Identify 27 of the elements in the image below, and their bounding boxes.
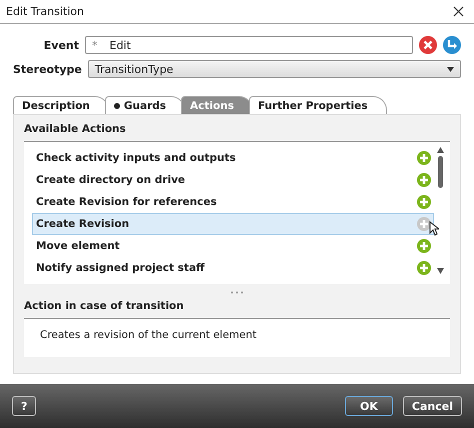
scroll-up-icon[interactable] <box>436 147 444 153</box>
splitter-handle-icon[interactable] <box>230 290 244 294</box>
event-label: Event <box>42 38 79 52</box>
action-item[interactable]: Check activity inputs and outputs <box>32 147 434 169</box>
jump-icon[interactable] <box>443 36 461 54</box>
cancel-button[interactable]: Cancel <box>402 396 462 416</box>
ok-button[interactable]: OK <box>344 396 393 416</box>
close-icon[interactable] <box>453 6 464 17</box>
tab[interactable]: Further Properties <box>248 96 387 114</box>
add-icon[interactable] <box>417 217 431 231</box>
description-text: Creates a revision of the current element <box>40 329 256 341</box>
required-marker: * <box>92 38 98 52</box>
action-item[interactable]: Move element <box>32 235 434 257</box>
scrollbar-thumb[interactable] <box>438 156 442 188</box>
window-title: Edit Transition <box>6 5 84 18</box>
dropdown-arrow-icon <box>447 66 454 72</box>
help-button[interactable]: ? <box>12 396 36 416</box>
delete-icon[interactable] <box>419 36 437 54</box>
mouse-pointer-icon <box>429 221 439 236</box>
scroll-down-icon[interactable] <box>436 268 444 274</box>
stereotype-label: Stereotype <box>13 62 82 76</box>
action-item[interactable]: Create directory on drive <box>32 169 434 191</box>
stereotype-dropdown[interactable]: TransitionType <box>88 60 461 78</box>
action-item[interactable]: Notify assigned project staff <box>32 257 434 279</box>
event-value: Edit <box>110 38 131 52</box>
event-field[interactable]: * Edit <box>85 36 413 54</box>
action-item[interactable]: Create Revision for references <box>32 191 434 213</box>
